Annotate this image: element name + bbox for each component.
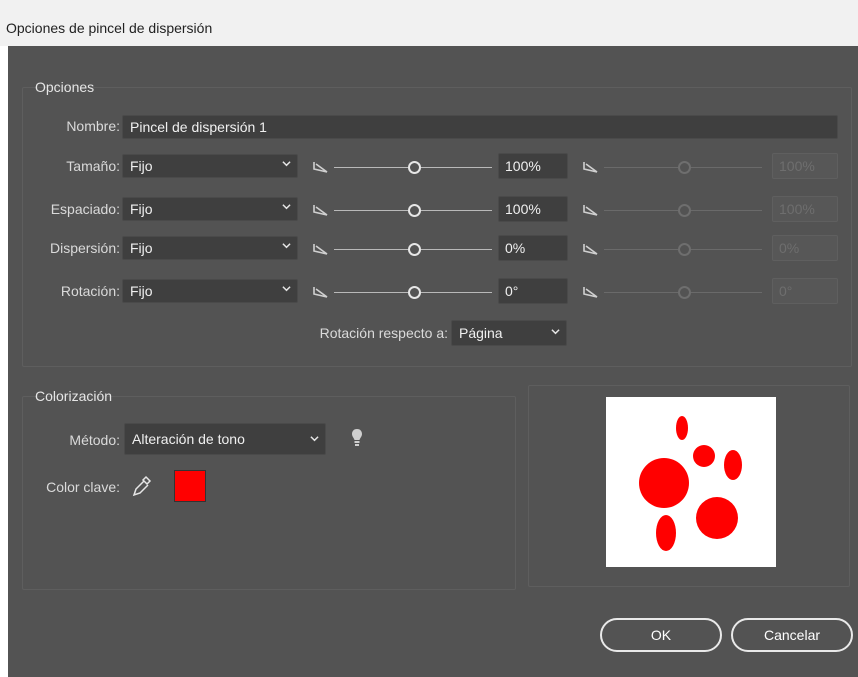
- rotation-value2-field: 0°: [772, 278, 838, 304]
- name-input-value: Pincel de dispersión 1: [130, 119, 267, 135]
- method-dropdown[interactable]: Alteración de tono: [124, 423, 326, 455]
- size-value2: 100%: [779, 158, 815, 174]
- options-legend: Opciones: [35, 79, 95, 95]
- method-label: Método:: [69, 432, 120, 448]
- size-value: 100%: [505, 158, 541, 174]
- spacing-mode-dropdown[interactable]: Fijo: [122, 197, 298, 221]
- max-pressure-icon: [582, 160, 600, 174]
- chevron-down-icon: [282, 241, 291, 249]
- rotation-mode-value: Fijo: [130, 283, 153, 299]
- cancel-button[interactable]: Cancelar: [731, 618, 853, 652]
- rotation-slider2-handle: [678, 286, 691, 299]
- size-label: Tamaño:: [66, 158, 120, 174]
- spacing-slider-handle[interactable]: [408, 204, 421, 217]
- size-value-field[interactable]: 100%: [498, 153, 568, 179]
- min-pressure-icon: [312, 242, 330, 256]
- name-input[interactable]: Pincel de dispersión 1: [122, 115, 838, 139]
- key-color-label: Color clave:: [46, 479, 120, 495]
- rotation-relative-value: Página: [459, 325, 503, 341]
- colorization-legend: Colorización: [35, 388, 113, 404]
- scatter-value: 0%: [505, 240, 526, 256]
- name-label: Nombre:: [66, 118, 120, 134]
- rotation-slider-handle[interactable]: [408, 286, 421, 299]
- scatter-preview-shapes: [639, 416, 742, 551]
- spacing-value: 100%: [505, 201, 541, 217]
- ok-button[interactable]: OK: [600, 618, 722, 652]
- size-mode-value: Fijo: [130, 158, 153, 174]
- spacing-label: Espaciado:: [50, 201, 120, 217]
- size-slider2-handle: [678, 161, 691, 174]
- scatter-value2-field: 0%: [772, 235, 838, 261]
- chevron-down-icon: [551, 327, 560, 335]
- spacing-slider2-handle: [678, 204, 691, 217]
- spacing-value2: 100%: [779, 201, 815, 217]
- rotation-relative-dropdown[interactable]: Página: [451, 320, 567, 346]
- min-pressure-icon: [312, 203, 330, 217]
- spacing-mode-value: Fijo: [130, 201, 153, 217]
- rotation-value2: 0°: [779, 283, 793, 299]
- size-slider-handle[interactable]: [408, 161, 421, 174]
- key-color-swatch[interactable]: [174, 470, 206, 502]
- rotation-value-field[interactable]: 0°: [498, 278, 568, 304]
- scatter-brush-options-dialog: Opciones Nombre: Pincel de dispersión 1 …: [8, 46, 858, 677]
- min-pressure-icon: [312, 160, 330, 174]
- brush-preview-canvas: [606, 397, 776, 567]
- window-title: Opciones de pincel de dispersión: [6, 20, 213, 36]
- min-pressure-icon: [312, 285, 330, 299]
- scatter-slider2-handle: [678, 243, 691, 256]
- max-pressure-icon: [582, 242, 600, 256]
- spacing-value-field[interactable]: 100%: [498, 196, 568, 222]
- chevron-down-icon: [282, 159, 291, 167]
- chevron-down-icon: [282, 284, 291, 292]
- size-mode-dropdown[interactable]: Fijo: [122, 154, 298, 178]
- chevron-down-icon: [310, 434, 319, 442]
- rotation-relative-label: Rotación respecto a:: [319, 325, 448, 341]
- lightbulb-icon[interactable]: [351, 428, 363, 448]
- chevron-down-icon: [282, 202, 291, 210]
- title-bar: Opciones de pincel de dispersión: [0, 0, 858, 46]
- rotation-mode-dropdown[interactable]: Fijo: [122, 279, 298, 303]
- rotation-label: Rotación:: [60, 283, 120, 299]
- scatter-value2: 0%: [779, 240, 800, 256]
- scatter-slider-handle[interactable]: [408, 243, 421, 256]
- scatter-label: Dispersión:: [49, 240, 120, 256]
- max-pressure-icon: [582, 203, 600, 217]
- scatter-mode-value: Fijo: [130, 240, 153, 256]
- scatter-mode-dropdown[interactable]: Fijo: [122, 236, 298, 260]
- size-value2-field: 100%: [772, 153, 838, 179]
- method-value: Alteración de tono: [132, 431, 245, 447]
- rotation-value: 0°: [505, 283, 519, 299]
- brush-preview-panel: [528, 385, 850, 587]
- spacing-value2-field: 100%: [772, 196, 838, 222]
- scatter-value-field[interactable]: 0%: [498, 235, 568, 261]
- eyedropper-icon[interactable]: [132, 475, 152, 497]
- max-pressure-icon: [582, 285, 600, 299]
